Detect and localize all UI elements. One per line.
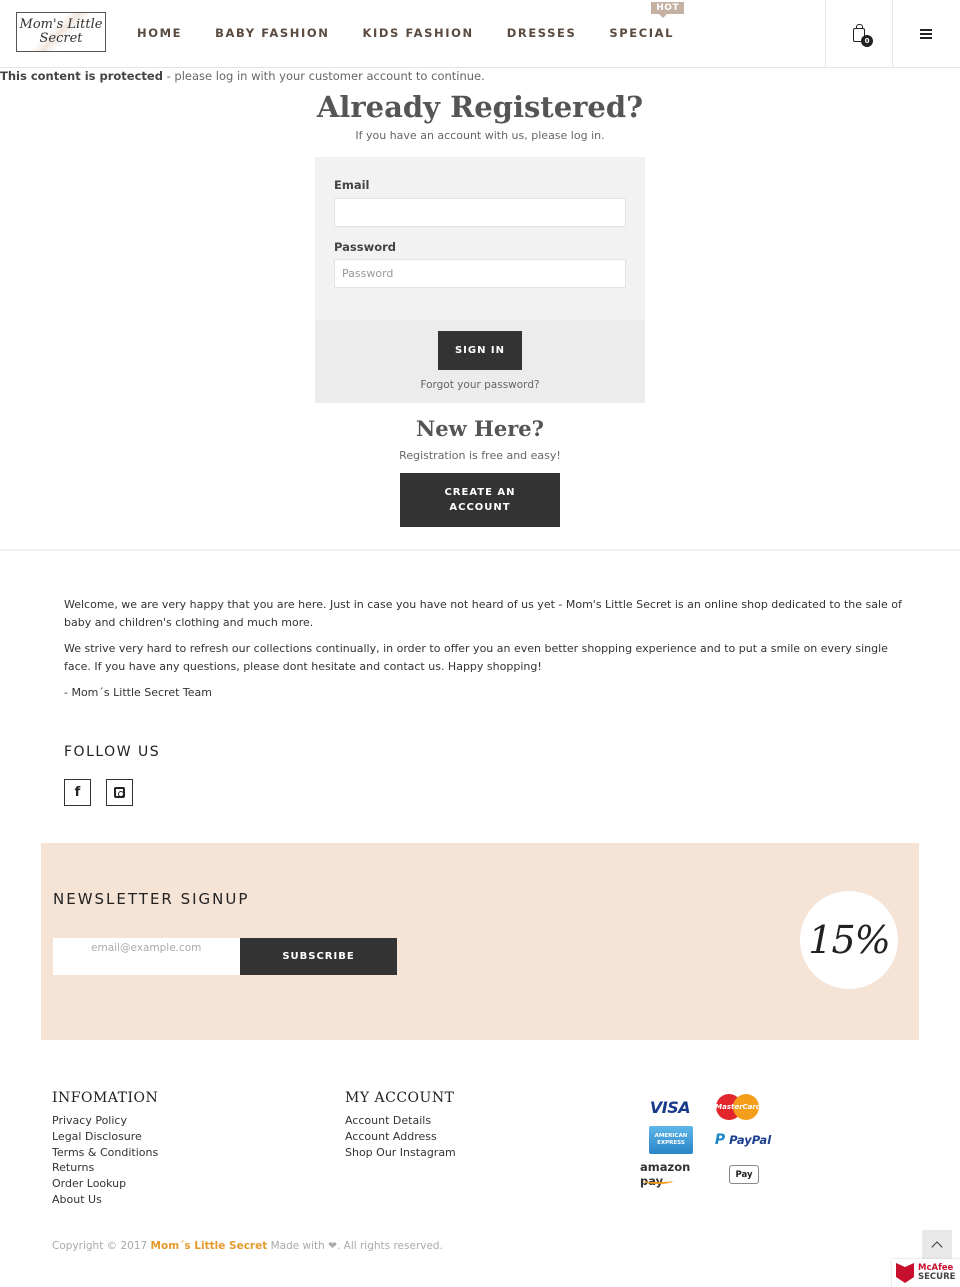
footer-information-title: INFOMATION — [52, 1090, 159, 1106]
cart-count-badge: 0 — [861, 35, 873, 47]
facebook-link[interactable]: f — [64, 779, 91, 806]
follow-us-title: FOLLOW US — [64, 744, 161, 760]
footer-link-account-details[interactable]: Account Details — [345, 1113, 456, 1129]
section-divider — [0, 549, 960, 551]
hot-badge: Hot — [651, 2, 685, 18]
discount-badge: 15% — [800, 891, 898, 989]
footer-information-links: Privacy Policy Legal Disclosure Terms & … — [52, 1113, 158, 1208]
nav-special-label: SPECIAL — [609, 26, 675, 40]
about-paragraph: Welcome, we are very happy that you are … — [64, 598, 902, 629]
footer-link-order-lookup[interactable]: Order Lookup — [52, 1176, 158, 1192]
about-paragraph: We strive very hard to refresh our colle… — [64, 642, 888, 673]
nav-special[interactable]: SPECIAL Hot — [609, 2, 685, 40]
login-subtitle: If you have an account with us, please l… — [355, 129, 605, 142]
amazon-pay-icon: amazon pay — [640, 1160, 710, 1188]
instagram-icon — [114, 787, 125, 798]
mcafee-secure-badge[interactable]: McAfee SECURE — [892, 1259, 960, 1287]
newsletter-title: NEWSLETTER SIGNUP — [53, 890, 250, 908]
footer-link-instagram[interactable]: Shop Our Instagram — [345, 1145, 456, 1161]
nav-home[interactable]: HOME — [137, 26, 182, 40]
footer-link-terms[interactable]: Terms & Conditions — [52, 1145, 158, 1161]
footer-link-about-us[interactable]: About Us — [52, 1192, 158, 1208]
login-form: Email Password SIGN IN Forgot your passw… — [315, 157, 645, 403]
amex-icon: AMERICAN EXPRESS — [649, 1126, 693, 1154]
newsletter-section: NEWSLETTER SIGNUP SUBSCRIBE 15% — [41, 843, 919, 1040]
footer-link-legal-disclosure[interactable]: Legal Disclosure — [52, 1129, 158, 1145]
email-label: Email — [334, 178, 370, 192]
mcafee-text: McAfee SECURE — [918, 1264, 955, 1282]
mastercard-icon: MasterCard — [715, 1094, 761, 1120]
instagram-link[interactable] — [106, 779, 133, 806]
forgot-password-link[interactable]: Forgot your password? — [315, 379, 645, 391]
apple-pay-icon: Pay — [729, 1165, 759, 1184]
register-title: New Here? — [416, 416, 544, 441]
paypal-icon: P PayPal — [714, 1131, 772, 1149]
subscribe-button[interactable]: SUBSCRIBE — [240, 938, 397, 975]
mcafee-secure: SECURE — [918, 1272, 956, 1282]
sign-in-button[interactable]: SIGN IN — [438, 331, 522, 370]
footer-link-account-address[interactable]: Account Address — [345, 1129, 456, 1145]
copyright-brand-link[interactable]: Mom´s Little Secret — [151, 1240, 268, 1252]
chevron-up-icon — [931, 1241, 943, 1253]
shopping-bag-icon: 0 — [853, 24, 873, 47]
protected-notice-bold: This content is protected — [0, 69, 163, 83]
mastercard-label: MasterCard — [715, 1103, 761, 1111]
copyright: Copyright © 2017 Mom´s Little Secret Mad… — [52, 1240, 443, 1252]
copyright-suffix: Made with ❤. All rights reserved. — [267, 1240, 443, 1252]
facebook-icon: f — [74, 785, 81, 800]
about-signature: - Mom´s Little Secret Team — [64, 686, 212, 699]
hamburger-menu-icon — [920, 29, 932, 39]
password-field[interactable] — [334, 259, 626, 288]
paypal-label: PayPal — [729, 1133, 772, 1147]
password-label: Password — [334, 240, 396, 254]
about-text: Welcome, we are very happy that you are … — [64, 596, 904, 710]
protected-notice-text: - please log in with your customer accou… — [162, 69, 485, 83]
footer-account-title: MY ACCOUNT — [345, 1090, 455, 1106]
logo[interactable]: Mom's Little Secret — [16, 12, 106, 52]
mcafee-shield-icon — [896, 1263, 914, 1283]
protected-notice: This content is protected - please log i… — [0, 69, 485, 83]
nav-dresses[interactable]: DRESSES — [507, 26, 577, 40]
footer-link-returns[interactable]: Returns — [52, 1160, 158, 1176]
logo-line1: Mom's Little — [19, 17, 103, 32]
amex-line1: AMERICAN — [654, 1133, 688, 1139]
nav-baby-fashion[interactable]: BABY FASHION — [215, 26, 329, 40]
site-header: Mom's Little Secret HOME BABY FASHION KI… — [0, 0, 960, 68]
amex-line2: EXPRESS — [657, 1140, 685, 1146]
main-nav: HOME BABY FASHION KIDS FASHION DRESSES S… — [137, 2, 707, 40]
paypal-glyph: P — [714, 1132, 726, 1148]
copyright-prefix: Copyright © 2017 — [52, 1240, 151, 1252]
cart-button[interactable]: 0 — [825, 0, 892, 68]
logo-line2: Secret — [39, 31, 83, 46]
email-field[interactable] — [334, 198, 626, 227]
back-to-top-button[interactable] — [922, 1230, 952, 1260]
footer-link-privacy-policy[interactable]: Privacy Policy — [52, 1113, 158, 1129]
newsletter-email-input[interactable] — [53, 938, 240, 975]
nav-kids-fashion[interactable]: KIDS FASHION — [362, 26, 473, 40]
register-subtitle: Registration is free and easy! — [399, 449, 561, 462]
visa-icon: VISA — [649, 1097, 691, 1117]
menu-button[interactable] — [892, 0, 959, 68]
login-title: Already Registered? — [316, 90, 644, 124]
footer-account-links: Account Details Account Address Shop Our… — [345, 1113, 456, 1160]
create-account-button[interactable]: CREATE AN ACCOUNT — [400, 473, 560, 527]
login-actions: SIGN IN Forgot your password? — [315, 320, 645, 403]
